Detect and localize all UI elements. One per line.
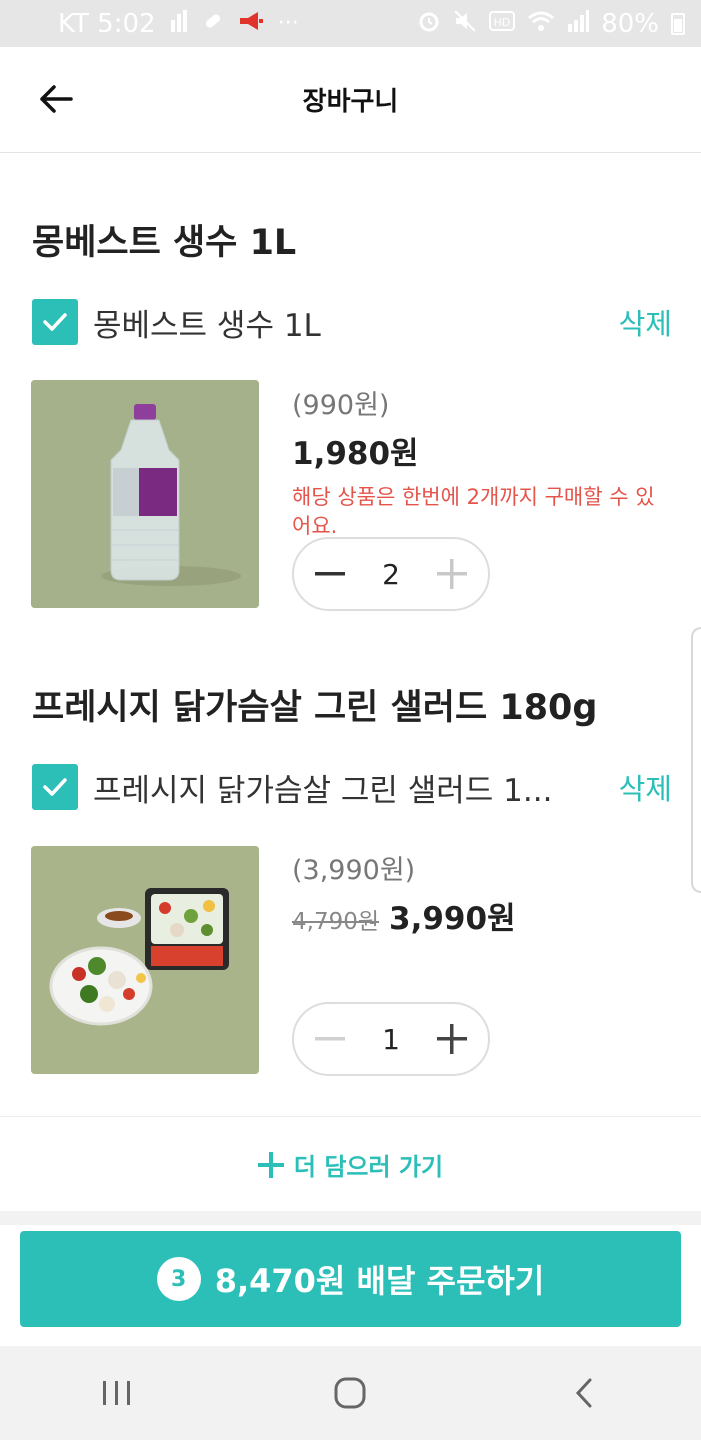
recent-apps-icon <box>102 1381 130 1405</box>
recent-apps-button[interactable] <box>77 1363 157 1423</box>
product-image-salad <box>31 846 259 1074</box>
quantity-value: 1 <box>382 1022 400 1056</box>
quantity-stepper: 2 <box>292 537 490 611</box>
plus-icon <box>436 1024 467 1054</box>
product-check-row: 몽베스트 생수 1L 삭제 <box>32 298 672 346</box>
status-bar: KT 5:02 ··· HD 80% <box>0 0 701 47</box>
cell-signal-icon <box>567 10 590 37</box>
battery-level: 80% <box>601 8 659 39</box>
home-button[interactable] <box>310 1363 390 1423</box>
carrier-time: KT 5:02 <box>58 8 156 39</box>
add-more-label: 더 담으러 가기 <box>293 1153 444 1181</box>
minus-icon <box>315 1037 345 1041</box>
back-button[interactable] <box>34 77 78 121</box>
product-checkbox-label: 프레시지 닭가슴살 그린 샐러드 1... <box>93 772 553 809</box>
quantity-stepper: 1 <box>292 1002 490 1076</box>
product-title: 몽베스트 생수 1L <box>32 223 297 263</box>
total-price: 1,980원 <box>292 436 419 472</box>
alarm-icon <box>417 9 441 38</box>
plus-icon <box>436 559 467 589</box>
delete-button[interactable]: 삭제 <box>619 766 672 808</box>
back-nav-button[interactable] <box>544 1363 624 1423</box>
checkmark-icon <box>43 313 67 331</box>
svg-text:HD: HD <box>494 16 511 29</box>
product-price-info: (3,990원) 4,790원 3,990원 <box>292 848 672 938</box>
unit-price: (3,990원) <box>292 855 416 886</box>
quantity-value: 2 <box>382 557 400 591</box>
signal-bars-icon <box>170 10 188 37</box>
purchase-limit-note: 해당 상품은 한번에 2개까지 구매할 수 있어요. <box>292 485 655 538</box>
chevron-left-icon <box>576 1378 592 1408</box>
product-checkbox[interactable] <box>32 764 78 810</box>
more-notifications-icon: ··· <box>277 10 299 36</box>
total-price: 3,990원 <box>389 901 516 937</box>
page-title: 장바구니 <box>302 87 399 117</box>
product-checkbox[interactable] <box>32 299 78 345</box>
home-icon <box>334 1377 366 1409</box>
product-image-water <box>31 380 259 608</box>
product-price-info: (990원) 1,980원 해당 상품은 한번에 2개까지 구매할 수 있어요. <box>292 383 672 541</box>
pill-icon <box>202 10 224 37</box>
increase-button[interactable] <box>434 556 470 592</box>
product-checkbox-label: 몽베스트 생수 1L <box>93 307 321 344</box>
increase-button[interactable] <box>434 1021 470 1057</box>
minus-icon <box>315 572 345 576</box>
product-check-row: 프레시지 닭가슴살 그린 샐러드 1... 삭제 <box>32 763 672 811</box>
wifi-icon <box>527 10 555 37</box>
decrease-button[interactable] <box>312 556 348 592</box>
add-more-button[interactable]: 더 담으러 가기 <box>0 1116 701 1212</box>
product-title: 프레시지 닭가슴살 그린 샐러드 180g <box>32 688 598 728</box>
arrow-left-icon <box>40 85 73 113</box>
app-header: 장바구니 <box>0 47 701 153</box>
battery-icon <box>671 12 685 35</box>
megaphone-icon <box>238 10 264 37</box>
hd-icon: HD <box>489 11 516 36</box>
mute-icon <box>453 9 477 38</box>
plus-icon <box>257 1151 284 1178</box>
decrease-button[interactable] <box>312 1021 348 1057</box>
delete-button[interactable]: 삭제 <box>619 301 672 343</box>
section-divider <box>0 1211 701 1225</box>
order-button[interactable]: 3 8,470원 배달 주문하기 <box>20 1231 681 1327</box>
system-nav-bar <box>0 1346 701 1440</box>
item-count-badge: 3 <box>156 1257 201 1301</box>
checkmark-icon <box>43 778 67 796</box>
original-price: 4,790원 <box>292 909 380 935</box>
unit-price: (990원) <box>292 390 390 421</box>
order-button-label: 8,470원 배달 주문하기 <box>214 1262 545 1300</box>
edge-panel-handle[interactable] <box>691 627 701 893</box>
